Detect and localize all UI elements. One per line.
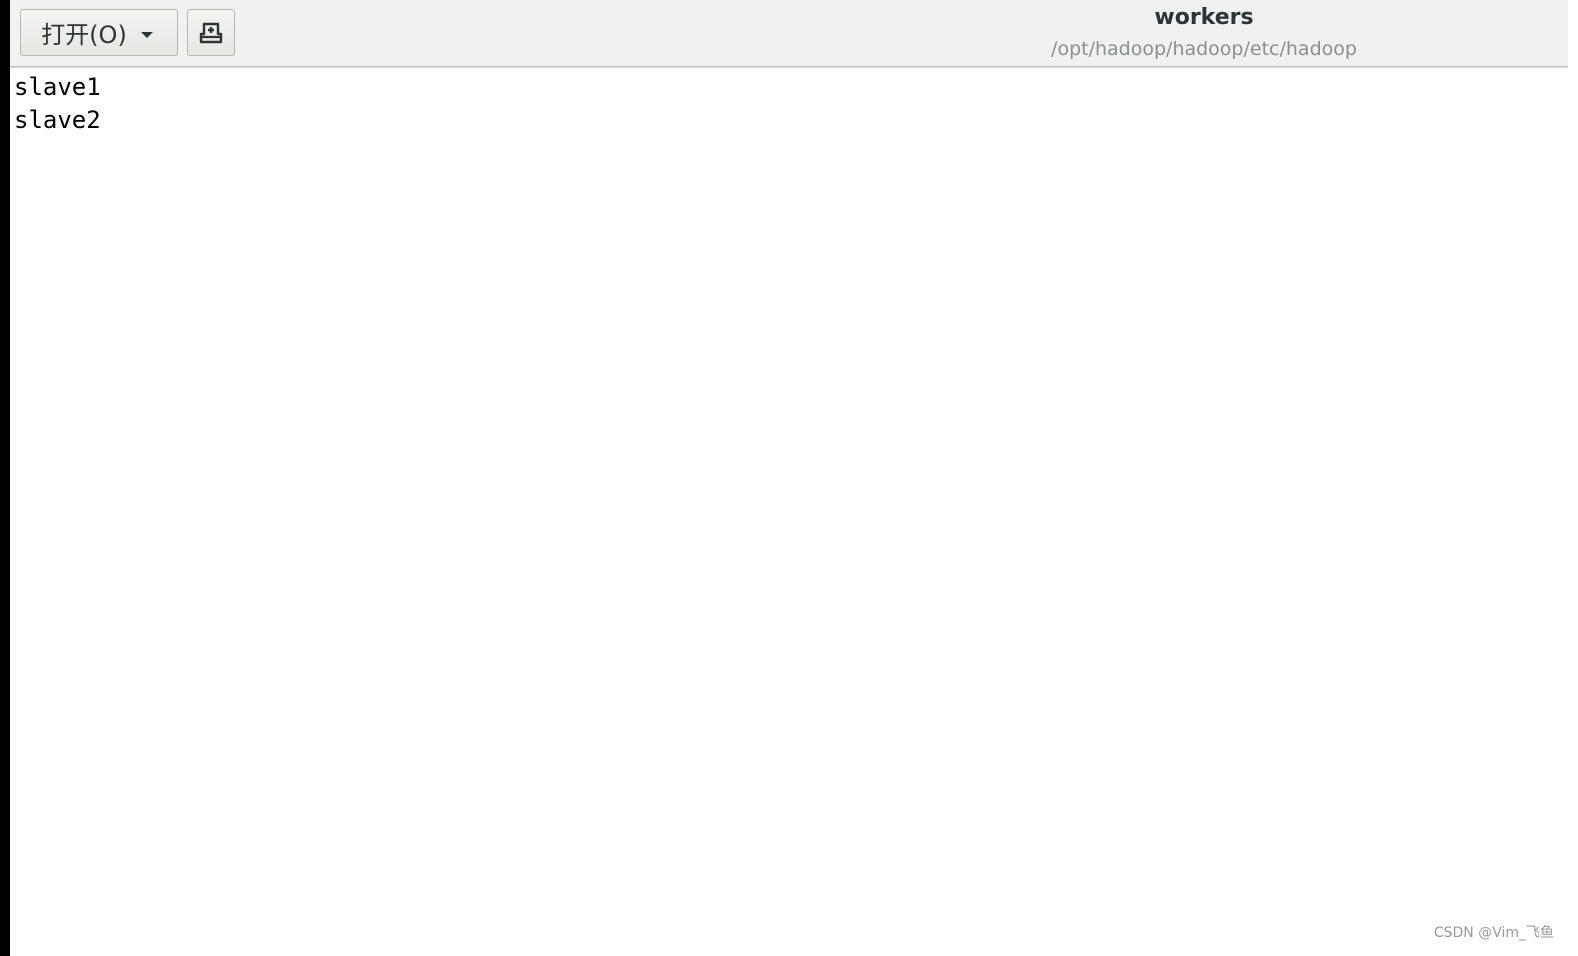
- title-block: workers /opt/hadoop/hadoop/etc/hadoop: [900, 0, 1508, 67]
- editor-line[interactable]: slave2: [14, 104, 101, 137]
- text-editor-window: 打开(O) workers /opt/hadoop/hadoop/etc/had…: [0, 0, 1578, 956]
- open-button-label: 打开(O): [41, 21, 127, 49]
- editor-line[interactable]: slave1: [14, 71, 101, 104]
- document-title: workers: [1154, 5, 1254, 30]
- chevron-down-icon: [140, 31, 153, 38]
- document-path: /opt/hadoop/hadoop/etc/hadoop: [1051, 38, 1357, 60]
- editor-content[interactable]: slave1 slave2: [14, 71, 101, 137]
- new-document-icon: [199, 22, 223, 43]
- watermark: CSDN @Vim_飞鱼: [1433, 925, 1554, 941]
- header-bar: 打开(O) workers /opt/hadoop/hadoop/etc/had…: [0, 0, 1568, 67]
- new-document-button[interactable]: [187, 9, 235, 56]
- text-editor-area[interactable]: slave1 slave2: [10, 69, 1568, 956]
- window-edge: [0, 0, 10, 956]
- open-button[interactable]: 打开(O): [20, 9, 178, 56]
